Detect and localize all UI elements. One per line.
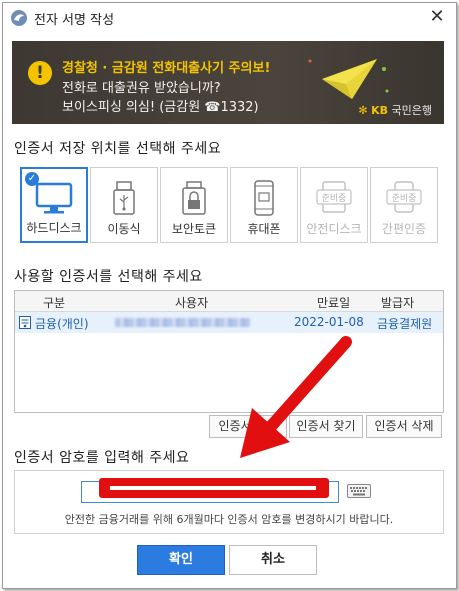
app-logo-icon — [11, 10, 27, 26]
confirm-button[interactable]: 확인 — [137, 545, 225, 575]
storage-option-harddisk[interactable]: ✓ 하드디스크 — [20, 167, 88, 243]
kb-bank-logo: ✻ KB 국민은행 — [358, 102, 432, 118]
red-arrow-annotation — [240, 336, 352, 458]
warning-icon: ! — [28, 61, 52, 85]
banner-question: 전화로 대출권유 받았습니까? — [62, 81, 221, 96]
storage-option-label: 간편인증 — [381, 222, 427, 236]
table-header: 구분 사용자 만료일 발급자 — [15, 291, 443, 312]
kb-star-mark: ✻ — [358, 104, 368, 117]
storage-option-label: 안전디스크 — [306, 222, 362, 236]
storage-option-label: 하드디스크 — [26, 221, 82, 235]
highlight-inner-line — [110, 486, 316, 490]
storage-option-removable[interactable]: 이동식 — [90, 167, 158, 243]
monitor-icon — [35, 182, 73, 214]
password-section-title: 인증서 암호를 입력해 주세요 — [14, 450, 190, 466]
usb-icon — [113, 181, 135, 215]
kb-letters: KB — [371, 104, 389, 117]
paper-plane-icon — [308, 59, 389, 99]
column-header-type: 구분 — [43, 296, 66, 310]
secure-disk-icon: 준비중 — [316, 181, 352, 213]
cert-issuer: 금융결제원 — [377, 317, 433, 331]
cert-type: 금융(개인) — [35, 317, 89, 331]
storage-option-security-token[interactable]: 보안토큰 — [160, 167, 228, 243]
storage-option-safe-disk[interactable]: 준비중 안전디스크 — [300, 167, 368, 243]
kb-bank-name: 국민은행 — [391, 104, 432, 117]
column-header-issuer: 발급자 — [381, 296, 415, 310]
storage-option-simple-auth[interactable]: 준비중 간편인증 — [370, 167, 438, 243]
coming-soon-overlay: 준비중 — [392, 193, 417, 204]
storage-option-label: 보안토큰 — [171, 222, 217, 236]
certificate-icon — [19, 316, 31, 329]
storage-option-label: 휴대폰 — [247, 222, 281, 236]
banner-headline: 경찰청 · 금감원 전화대출사기 주의보! — [62, 61, 271, 76]
storage-option-phone[interactable]: 휴대폰 — [230, 167, 298, 243]
cancel-button[interactable]: 취소 — [229, 545, 317, 575]
password-change-notice: 안전한 금융거래를 위해 6개월마다 인증서 암호를 변경하시기 바랍니다. — [64, 513, 394, 526]
storage-section-title: 인증서 저장 위치를 선택해 주세요 — [14, 141, 222, 157]
simple-auth-icon: 준비중 — [386, 181, 422, 213]
window-title: 전자 서명 작성 — [34, 13, 115, 28]
phone-icon — [254, 180, 274, 216]
coming-soon-overlay: 준비중 — [322, 193, 347, 204]
cert-section-title: 사용할 인증서를 선택해 주세요 — [14, 269, 203, 285]
voice-phishing-banner[interactable]: ! 경찰청 · 금감원 전화대출사기 주의보! 전화로 대출권유 받았습니까? … — [12, 41, 444, 124]
banner-hotline: 보이스피싱 의심! (금감원 ☎1332) — [62, 100, 259, 115]
e-signature-dialog: 전자 서명 작성 ✕ ! 경찰청 · 금감원 전화대출사기 주의보! 전화로 대… — [2, 2, 457, 589]
storage-option-label: 이동식 — [107, 222, 141, 236]
column-header-user: 사용자 — [175, 296, 209, 310]
virtual-keyboard-icon[interactable] — [347, 484, 371, 498]
column-header-expiry: 만료일 — [317, 296, 351, 310]
title-bar[interactable]: 전자 서명 작성 ✕ — [3, 3, 456, 33]
token-lock-icon — [182, 181, 206, 215]
cert-expiry: 2022-01-08 — [294, 315, 364, 329]
delete-certificate-button[interactable]: 인증서 삭제 — [366, 415, 442, 438]
blurred-username — [115, 318, 250, 327]
close-button[interactable]: ✕ — [428, 7, 446, 27]
